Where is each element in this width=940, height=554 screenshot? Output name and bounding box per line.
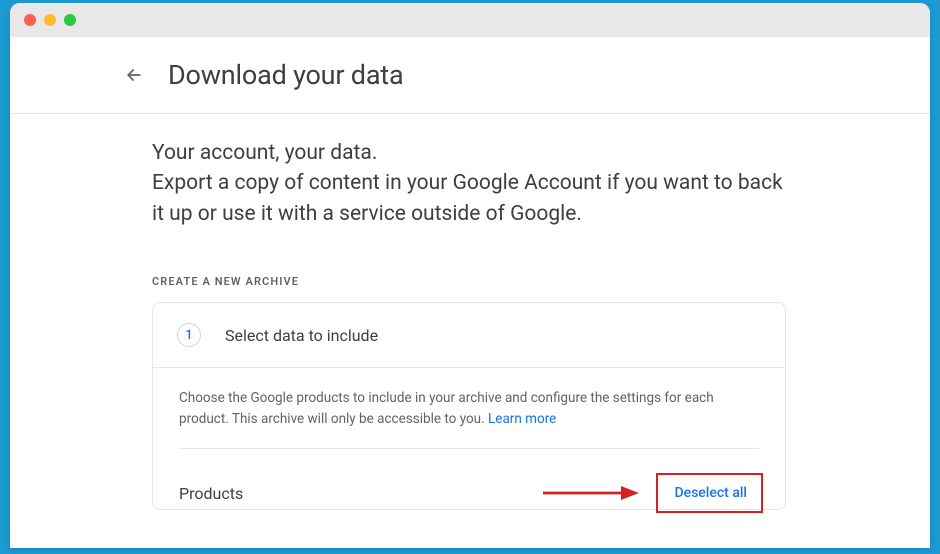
step-header[interactable]: 1 Select data to include: [153, 303, 785, 368]
maximize-window-button[interactable]: [64, 14, 76, 26]
products-row: Products Deselect all: [179, 449, 759, 509]
step-body: Choose the Google products to include in…: [153, 368, 785, 509]
content-area: Your account, your data. Export a copy o…: [10, 114, 790, 510]
archive-card: 1 Select data to include Choose the Goog…: [152, 302, 786, 510]
learn-more-link[interactable]: Learn more: [488, 411, 556, 427]
annotation-arrow-icon: [543, 483, 639, 503]
step-title: Select data to include: [225, 326, 378, 345]
intro-sub: Export a copy of content in your Google …: [152, 168, 790, 229]
back-arrow-icon[interactable]: [124, 65, 144, 85]
deselect-all-button[interactable]: Deselect all: [662, 477, 759, 509]
browser-window: Download your data Your account, your da…: [10, 3, 930, 548]
close-window-button[interactable]: [24, 14, 36, 26]
page-title: Download your data: [168, 59, 403, 91]
titlebar: [10, 3, 930, 37]
minimize-window-button[interactable]: [44, 14, 56, 26]
section-label: CREATE A NEW ARCHIVE: [152, 275, 790, 288]
helper-text-content: Choose the Google products to include in…: [179, 390, 714, 427]
helper-text: Choose the Google products to include in…: [179, 388, 759, 449]
intro-heading: Your account, your data.: [152, 138, 790, 168]
app-header: Download your data: [10, 37, 930, 114]
deselect-wrap: Deselect all: [662, 477, 759, 509]
products-label: Products: [179, 484, 243, 503]
step-number-badge: 1: [177, 323, 201, 347]
